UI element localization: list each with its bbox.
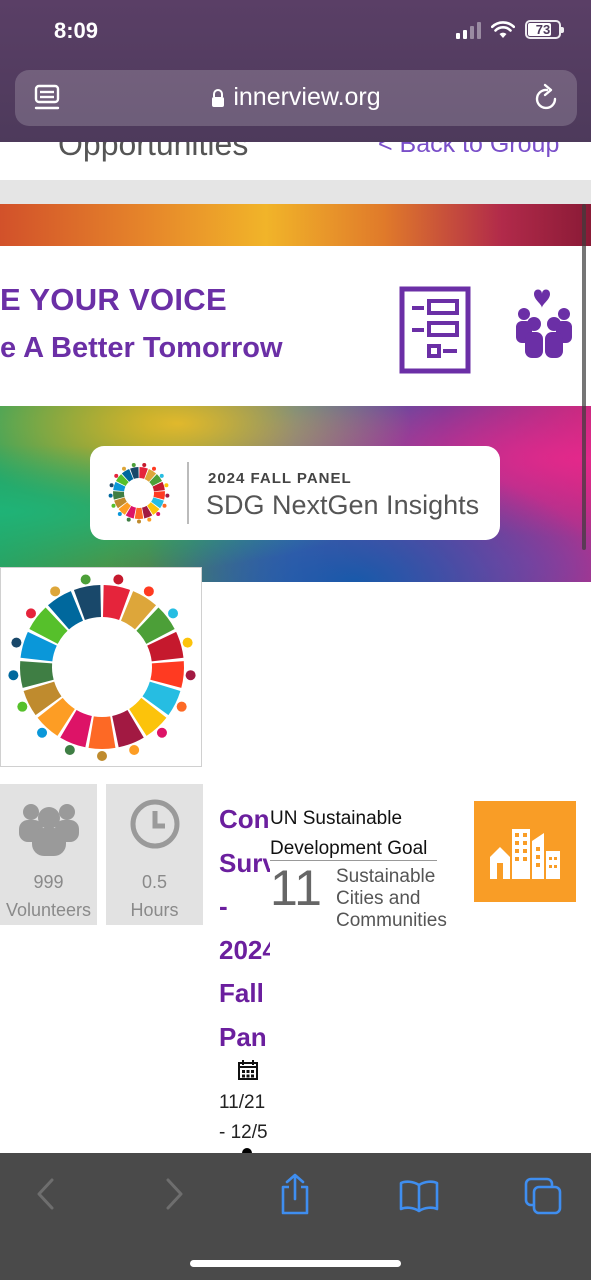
sdg-wheel-logo-icon <box>8 574 196 761</box>
url-text: innerview.org <box>233 83 381 111</box>
sdg-wheel-small-icon <box>108 462 170 524</box>
sdg-heading-line: UN Sustainable <box>270 808 403 829</box>
battery-percent: 73 <box>535 22 551 37</box>
tabs-icon[interactable] <box>524 1177 562 1215</box>
sdg-name-line: Communities <box>336 910 447 931</box>
sdg-11-tile <box>474 801 576 902</box>
page-title: Opportunities <box>58 142 249 162</box>
address-bar[interactable]: innerview.org <box>15 70 577 126</box>
sdg-name: Sustainable Cities and Communities <box>336 866 447 932</box>
date-line: - 12/5 <box>219 1122 268 1143</box>
section-divider <box>0 180 591 204</box>
survey-form-icon <box>399 286 471 374</box>
volunteers-group-icon <box>18 804 79 856</box>
share-icon[interactable] <box>279 1173 311 1215</box>
back-to-group-link[interactable]: < Back to Group <box>378 142 559 159</box>
hours-label: Hours <box>130 900 179 920</box>
sdg-heading: UN Sustainable Development Goal <box>270 804 427 864</box>
opportunity-banner: E YOUR VOICE e A Better Tomorrow 2024 FA… <box>0 204 591 582</box>
page-header: Opportunities < Back to Group <box>0 142 591 180</box>
community-heart-icon <box>516 289 572 358</box>
title-line: Fall <box>219 978 264 1008</box>
banner-headline: E YOUR VOICE <box>0 282 227 317</box>
clock-icon <box>130 799 179 849</box>
battery-indicator: 73 <box>525 20 564 39</box>
panel-label: 2024 FALL PANEL <box>208 470 352 487</box>
calendar-icon <box>238 1060 258 1080</box>
cellular-signal-icon <box>456 21 481 39</box>
panel-card: 2024 FALL PANEL SDG NextGen Insights <box>90 446 500 540</box>
banner-subheadline: e A Better Tomorrow <box>0 332 283 364</box>
home-indicator[interactable] <box>190 1260 401 1267</box>
browser-top-chrome: 8:09 73 innerview.org <box>0 0 591 142</box>
url-display[interactable]: innerview.org <box>15 83 577 112</box>
volunteers-stat: 999 Volunteers <box>0 784 97 925</box>
lock-icon <box>212 88 225 107</box>
hours-count: 0.5 <box>141 872 168 892</box>
status-icons: 73 <box>456 20 564 39</box>
panel-divider <box>187 462 189 524</box>
banner-top-stripe <box>0 204 591 246</box>
reload-icon[interactable] <box>533 83 561 113</box>
sdg-name-line: Sustainable <box>336 866 436 887</box>
opportunity-dates: 11/21 - 12/5 <box>219 1088 270 1148</box>
back-icon[interactable] <box>34 1177 58 1211</box>
hours-stat: 0.5 Hours <box>106 784 203 925</box>
title-line: Pan <box>219 1021 267 1052</box>
wifi-icon <box>491 20 515 38</box>
title-line: Con <box>219 804 270 834</box>
city-buildings-icon <box>490 829 560 879</box>
organization-logo <box>0 567 202 767</box>
panel-name: SDG NextGen Insights <box>206 490 480 520</box>
title-line: Surv <box>219 847 270 878</box>
title-line: 2024 <box>219 934 270 965</box>
volunteers-count: 999 <box>33 872 64 892</box>
forward-icon[interactable] <box>162 1177 186 1211</box>
sdg-number: 11 <box>270 860 322 916</box>
opportunity-title-link[interactable]: Con Surv - 2024 Fall Pan <box>219 798 270 1059</box>
sdg-name-line: Cities and <box>336 888 421 909</box>
bookmarks-icon[interactable] <box>399 1179 439 1213</box>
date-line: 11/21 <box>219 1092 266 1113</box>
status-time: 8:09 <box>54 18 99 43</box>
volunteers-label: Volunteers <box>5 900 92 920</box>
title-line: - <box>219 891 228 921</box>
scrollbar[interactable] <box>582 204 586 550</box>
